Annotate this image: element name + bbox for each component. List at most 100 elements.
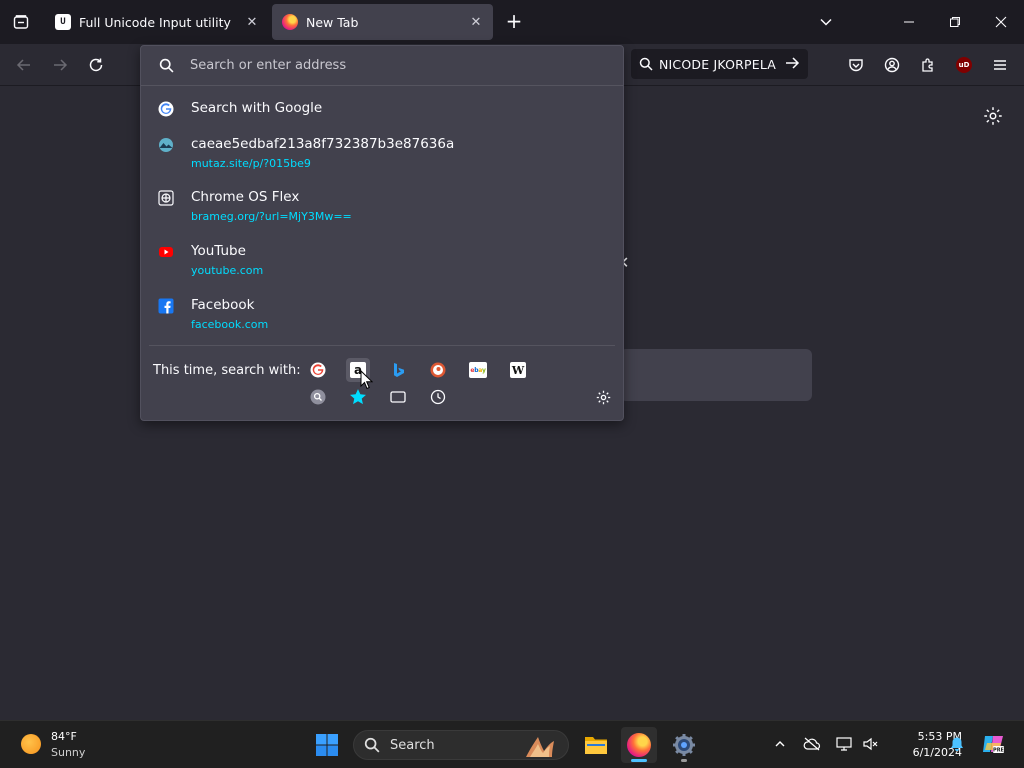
forward-button[interactable] bbox=[47, 52, 73, 78]
volume-tray-button[interactable] bbox=[859, 733, 881, 755]
display-tray-button[interactable] bbox=[833, 733, 855, 755]
search-mode-history[interactable] bbox=[426, 385, 450, 409]
show-hidden-icons-button[interactable] bbox=[769, 733, 791, 755]
app-menu-button[interactable] bbox=[987, 52, 1013, 78]
search-bar[interactable]: NICODE JKORPELA bbox=[631, 49, 808, 79]
extensions-button[interactable] bbox=[915, 52, 941, 78]
tab-strip: U Full Unicode Input utility ✕ New Tab ✕… bbox=[0, 0, 1024, 44]
reload-icon bbox=[89, 58, 103, 72]
wikipedia-icon: W bbox=[510, 362, 526, 378]
pocket-button[interactable] bbox=[843, 52, 869, 78]
address-bar-dropdown: Search with Google caeae5edbaf213a8f7323… bbox=[140, 45, 624, 421]
duckduckgo-icon bbox=[430, 362, 446, 378]
gear-icon bbox=[596, 390, 610, 404]
tab-new-tab[interactable]: New Tab ✕ bbox=[272, 4, 493, 40]
youtube-icon bbox=[158, 244, 174, 260]
windows-taskbar: 84°F Sunny Search 5:53 PM 6/1/2024 PRE bbox=[0, 720, 1024, 768]
chevron-down-icon bbox=[820, 18, 832, 26]
active-window-indicator bbox=[631, 759, 647, 762]
close-tab-icon[interactable]: ✕ bbox=[243, 13, 261, 31]
weather-condition[interactable]: Sunny bbox=[51, 746, 85, 759]
settings-taskbar-button[interactable] bbox=[666, 727, 702, 763]
search-engine-wikipedia[interactable]: W bbox=[506, 358, 530, 382]
search-engine-bing[interactable] bbox=[386, 358, 410, 382]
gear-icon bbox=[984, 107, 1002, 125]
go-arrow-icon[interactable] bbox=[784, 55, 800, 71]
search-engine-duckduckgo[interactable] bbox=[426, 358, 450, 382]
result-title: caeae5edbaf213a8f732387b3e87636a bbox=[191, 136, 455, 152]
windows-logo-icon bbox=[316, 734, 338, 756]
chevron-up-icon bbox=[775, 741, 785, 747]
separator bbox=[149, 345, 615, 346]
search-engine-google[interactable] bbox=[306, 358, 330, 382]
google-icon bbox=[158, 101, 174, 117]
newtab-search-box[interactable] bbox=[620, 349, 812, 401]
search-icon bbox=[639, 57, 653, 71]
search-icon bbox=[364, 737, 380, 753]
search-bar-text: NICODE JKORPELA bbox=[659, 56, 777, 72]
taskbar-search[interactable]: Search bbox=[353, 730, 569, 760]
search-mode-search[interactable] bbox=[306, 385, 330, 409]
sun-icon[interactable] bbox=[21, 734, 41, 754]
tab-icon bbox=[390, 391, 406, 403]
pocket-icon bbox=[849, 59, 863, 72]
result-item[interactable]: Chrome OS Flex brameg.org/?url=MjY3Mw== bbox=[141, 189, 623, 234]
firefox-view-button[interactable] bbox=[0, 0, 42, 44]
search-icon bbox=[159, 58, 174, 73]
minimize-button[interactable] bbox=[886, 0, 932, 44]
weather-temperature[interactable]: 84°F bbox=[51, 730, 77, 743]
result-item[interactable]: caeae5edbaf213a8f732387b3e87636a mutaz.s… bbox=[141, 136, 623, 181]
close-window-button[interactable] bbox=[978, 0, 1024, 44]
copilot-button[interactable]: PRE bbox=[979, 733, 1007, 755]
result-title: Chrome OS Flex bbox=[191, 189, 300, 205]
result-url: youtube.com bbox=[191, 264, 264, 277]
account-button[interactable] bbox=[879, 52, 905, 78]
result-item[interactable]: Facebook facebook.com bbox=[141, 297, 623, 342]
firefox-icon bbox=[282, 14, 298, 30]
start-button[interactable] bbox=[309, 727, 345, 763]
notifications-button[interactable] bbox=[946, 733, 968, 755]
result-url: mutaz.site/p/?015be9 bbox=[191, 157, 311, 170]
folder-icon bbox=[585, 737, 607, 754]
search-settings-button[interactable] bbox=[591, 385, 615, 409]
restore-icon bbox=[950, 17, 960, 27]
search-engine-ebay[interactable]: ebay bbox=[466, 358, 490, 382]
newtab-settings-button[interactable] bbox=[982, 105, 1004, 127]
puzzle-piece-icon bbox=[922, 58, 933, 72]
reload-button[interactable] bbox=[83, 52, 109, 78]
forward-arrow-icon bbox=[54, 59, 68, 71]
address-input[interactable] bbox=[190, 58, 610, 73]
close-tab-icon[interactable]: ✕ bbox=[467, 13, 485, 31]
hamburger-menu-icon bbox=[994, 60, 1006, 70]
back-button[interactable] bbox=[11, 52, 37, 78]
search-mode-bookmarks[interactable] bbox=[346, 385, 370, 409]
star-icon bbox=[350, 389, 366, 405]
copilot-icon: PRE bbox=[983, 736, 1005, 754]
clock-icon bbox=[430, 389, 446, 405]
result-search-google[interactable]: Search with Google bbox=[141, 100, 623, 127]
result-url: facebook.com bbox=[191, 318, 269, 331]
new-tab-button[interactable]: + bbox=[503, 11, 525, 33]
search-mode-tabs[interactable] bbox=[386, 385, 410, 409]
close-icon bbox=[995, 16, 1007, 28]
firefox-taskbar-button[interactable] bbox=[621, 727, 657, 763]
result-url: brameg.org/?url=MjY3Mw== bbox=[191, 210, 352, 223]
restore-button[interactable] bbox=[932, 0, 978, 44]
unicode-u-icon: U bbox=[55, 14, 71, 30]
account-icon bbox=[884, 57, 900, 73]
search-highlight-icon bbox=[526, 737, 554, 757]
tab-title: New Tab bbox=[306, 14, 359, 30]
firefox-view-icon bbox=[13, 15, 29, 29]
list-all-tabs-button[interactable] bbox=[803, 0, 849, 44]
result-item[interactable]: YouTube youtube.com bbox=[141, 243, 623, 288]
tab-unicode-utility[interactable]: U Full Unicode Input utility ✕ bbox=[45, 4, 269, 40]
magnifier-badge-icon bbox=[310, 389, 326, 405]
file-explorer-button[interactable] bbox=[578, 727, 614, 763]
onedrive-tray-button[interactable] bbox=[801, 733, 823, 755]
address-bar[interactable] bbox=[141, 46, 623, 86]
ublock-origin-button[interactable]: uD bbox=[951, 52, 977, 78]
running-app-indicator bbox=[681, 759, 687, 762]
minimize-icon bbox=[904, 21, 914, 23]
ublock-origin-icon: uD bbox=[956, 57, 972, 73]
bing-icon bbox=[394, 363, 404, 377]
